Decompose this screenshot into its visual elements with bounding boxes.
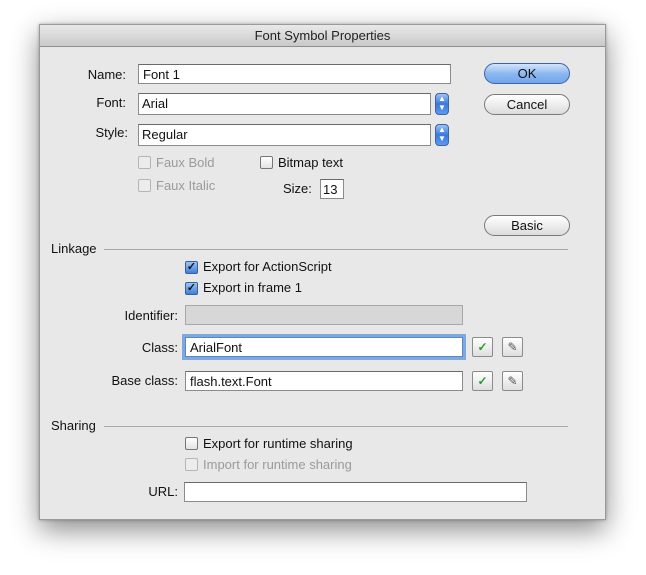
faux-bold-checkbox[interactable] bbox=[138, 156, 151, 169]
bitmap-text-label: Bitmap text bbox=[278, 155, 344, 170]
sharing-section-title: Sharing bbox=[51, 418, 96, 433]
pencil-icon[interactable]: ✎ bbox=[502, 371, 523, 391]
font-symbol-properties-dialog: Font Symbol Properties Name: Font: Arial… bbox=[39, 24, 606, 520]
size-field[interactable] bbox=[320, 179, 344, 199]
class-field[interactable] bbox=[185, 337, 463, 357]
url-label: URL: bbox=[148, 484, 178, 499]
cancel-button[interactable]: Cancel bbox=[484, 94, 570, 115]
linkage-section-title: Linkage bbox=[51, 241, 97, 256]
style-label: Style: bbox=[95, 125, 128, 140]
pencil-icon[interactable]: ✎ bbox=[502, 337, 523, 357]
window-title: Font Symbol Properties bbox=[40, 25, 605, 47]
checkmark-icon[interactable]: ✓ bbox=[472, 371, 493, 391]
export-actionscript-label: Export for ActionScript bbox=[203, 259, 332, 274]
import-runtime-label: Import for runtime sharing bbox=[203, 457, 352, 472]
faux-bold-label: Faux Bold bbox=[156, 155, 215, 170]
style-select-value: Regular bbox=[142, 127, 188, 142]
popup-arrows-icon[interactable]: ▲ ▼ bbox=[435, 93, 449, 115]
export-runtime-label: Export for runtime sharing bbox=[203, 436, 353, 451]
checkmark-icon[interactable]: ✓ bbox=[472, 337, 493, 357]
base-class-label: Base class: bbox=[111, 373, 178, 388]
export-runtime-checkbox[interactable] bbox=[185, 437, 198, 450]
ok-button[interactable]: OK bbox=[484, 63, 570, 84]
export-frame1-label: Export in frame 1 bbox=[203, 280, 302, 295]
base-class-field[interactable] bbox=[185, 371, 463, 391]
bitmap-text-checkbox[interactable] bbox=[260, 156, 273, 169]
basic-button[interactable]: Basic bbox=[484, 215, 570, 236]
export-actionscript-checkbox[interactable]: ✓ bbox=[185, 261, 198, 274]
size-label: Size: bbox=[283, 181, 312, 196]
faux-italic-label: Faux Italic bbox=[156, 178, 216, 193]
linkage-divider bbox=[104, 249, 568, 250]
name-field[interactable] bbox=[138, 64, 451, 84]
identifier-field[interactable] bbox=[185, 305, 463, 325]
font-label: Font: bbox=[96, 95, 126, 110]
style-select[interactable]: Regular bbox=[138, 124, 431, 146]
class-label: Class: bbox=[141, 340, 178, 355]
font-select-value: Arial bbox=[142, 96, 169, 111]
faux-italic-checkbox[interactable] bbox=[138, 179, 151, 192]
identifier-label: Identifier: bbox=[124, 308, 178, 323]
url-field[interactable] bbox=[184, 482, 527, 502]
import-runtime-checkbox[interactable] bbox=[185, 458, 198, 471]
export-frame1-checkbox[interactable]: ✓ bbox=[185, 282, 198, 295]
name-label: Name: bbox=[87, 67, 126, 82]
sharing-divider bbox=[104, 426, 568, 427]
font-select[interactable]: Arial bbox=[138, 93, 431, 115]
popup-arrows-icon[interactable]: ▲ ▼ bbox=[435, 124, 449, 146]
